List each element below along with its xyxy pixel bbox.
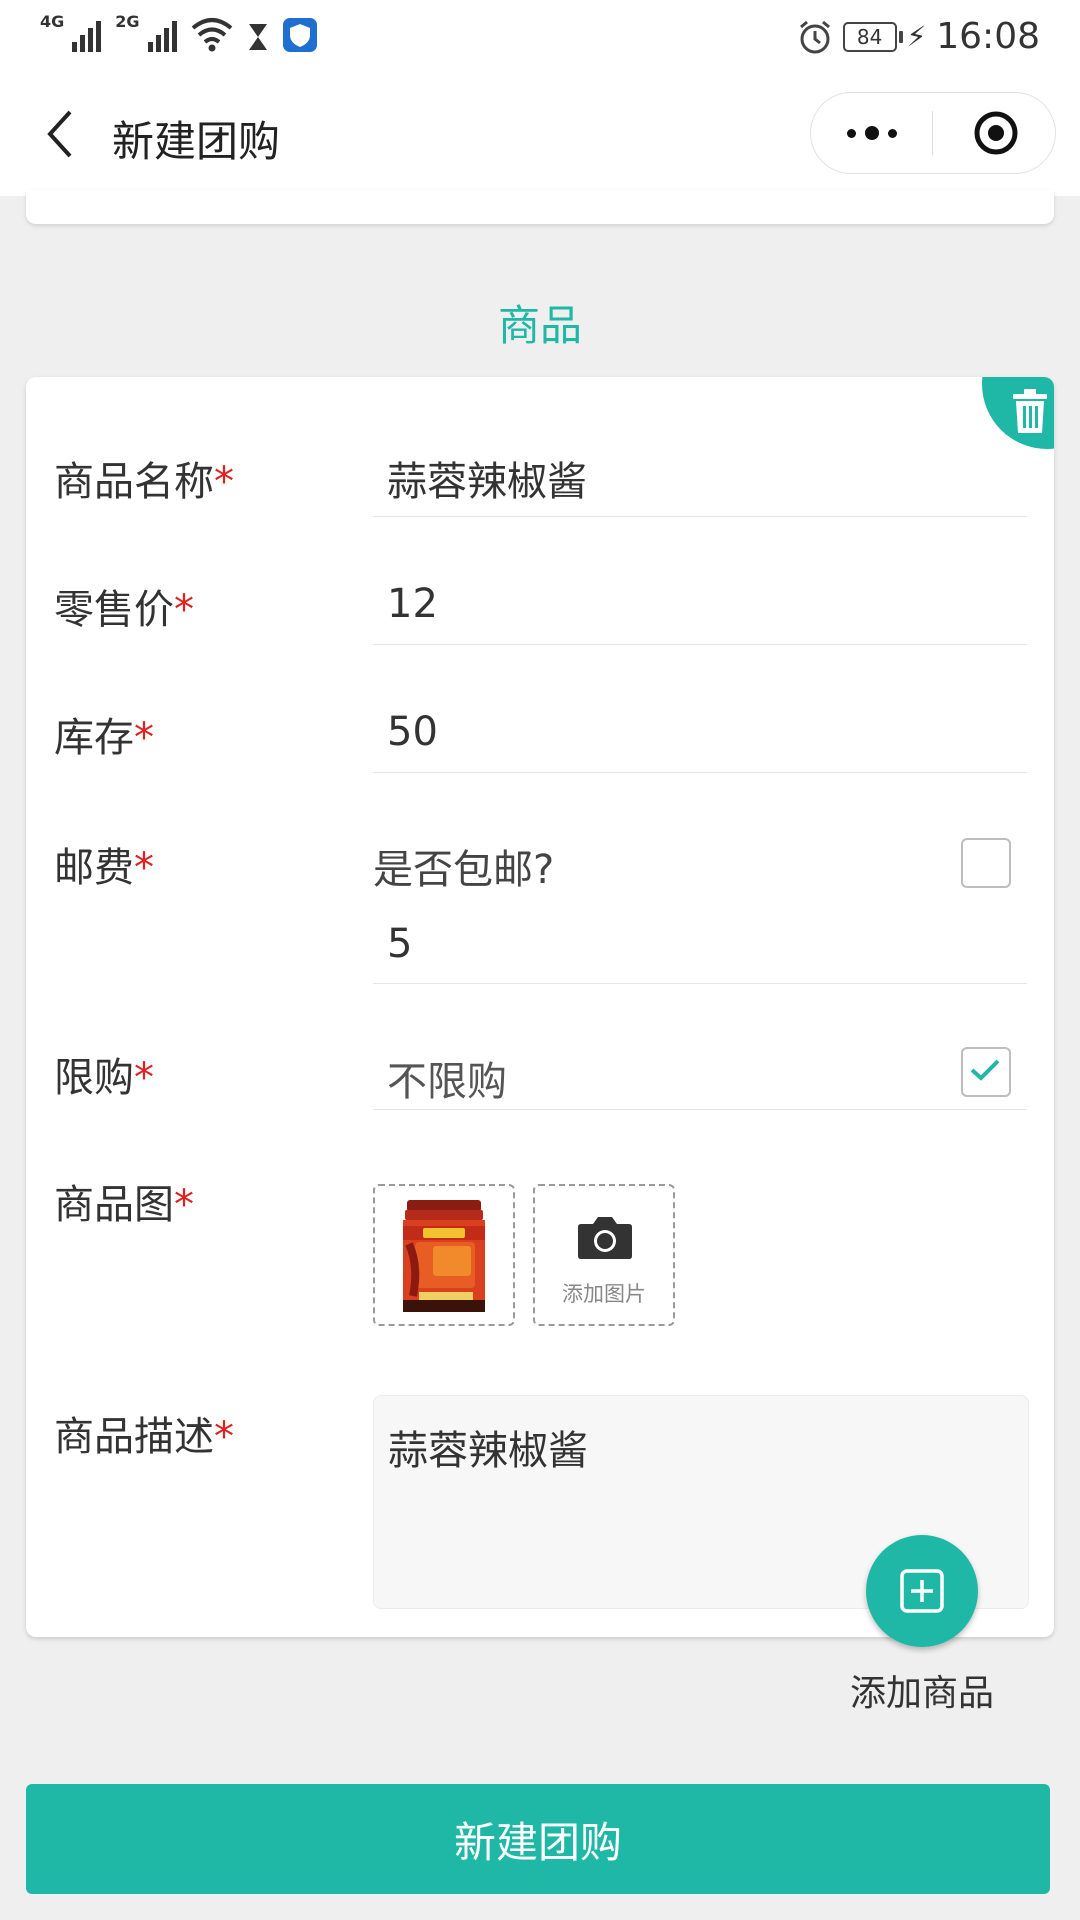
- add-product-button[interactable]: [866, 1535, 978, 1647]
- status-bar: 4G 2G 84 ⚡ 16:08: [0, 0, 1080, 72]
- more-dot-icon: [887, 128, 897, 138]
- limit-label: 限购*: [54, 1045, 154, 1103]
- price-label: 零售价*: [54, 577, 194, 635]
- required-mark: *: [174, 1182, 194, 1228]
- clock: 16:08: [936, 16, 1040, 57]
- mini-program-capsule: [810, 92, 1056, 174]
- input-value: 蒜蓉辣椒酱: [387, 459, 587, 505]
- more-button[interactable]: [811, 93, 932, 173]
- shield-icon: [282, 18, 317, 52]
- required-mark: *: [214, 459, 234, 505]
- label-text: 商品图: [54, 1182, 174, 1228]
- input-value: 不限购: [387, 1059, 507, 1105]
- page-title: 新建团购: [112, 117, 281, 166]
- trash-icon[interactable]: [1012, 389, 1048, 433]
- alarm-icon: [799, 20, 830, 53]
- section-title: 商品: [497, 301, 582, 350]
- add-product-label: 添加商品: [850, 1673, 995, 1714]
- camera-icon: [578, 1217, 632, 1259]
- label-text: 限购: [54, 1055, 134, 1101]
- check-icon: [970, 1059, 1000, 1081]
- more-dot-icon: [864, 126, 879, 140]
- free-shipping-checkbox[interactable]: [961, 838, 1011, 888]
- charging-icon: ⚡: [906, 20, 927, 53]
- required-mark: *: [214, 1414, 234, 1460]
- signal-icon: [72, 16, 102, 52]
- textarea-value: 蒜蓉辣椒酱: [388, 1428, 588, 1474]
- no-limit-checkbox[interactable]: [961, 1047, 1011, 1097]
- product-name-input[interactable]: 蒜蓉辣椒酱: [373, 449, 1027, 517]
- wifi-icon: [191, 18, 232, 52]
- label-text: 商品描述: [54, 1414, 214, 1460]
- hourglass-icon: [248, 24, 267, 50]
- capsule-divider: [932, 111, 933, 155]
- label-text: 邮费: [54, 845, 134, 891]
- network-type-1: 4G: [40, 12, 65, 31]
- battery-icon: 84: [842, 21, 903, 52]
- label-text: 商品名称: [54, 459, 214, 505]
- required-mark: *: [134, 845, 154, 891]
- battery-level: 84: [856, 24, 883, 49]
- row-shipping: 邮费* 是否包邮? 5: [26, 835, 1054, 995]
- close-target-icon[interactable]: [973, 110, 1019, 156]
- label-text: 库存: [54, 715, 134, 761]
- input-value: 5: [387, 921, 413, 967]
- price-input[interactable]: 12: [373, 577, 1027, 645]
- images-label: 商品图*: [54, 1172, 194, 1230]
- required-mark: *: [174, 587, 194, 633]
- previous-card: [26, 190, 1054, 224]
- add-image-label: 添加图片: [562, 1282, 646, 1306]
- stock-input[interactable]: 50: [373, 705, 1027, 773]
- required-mark: *: [134, 1055, 154, 1101]
- shipping-label: 邮费*: [54, 835, 154, 893]
- input-value: 50: [387, 709, 438, 755]
- back-arrow-icon[interactable]: [42, 104, 82, 164]
- shipping-fee-input[interactable]: 5: [373, 917, 1027, 984]
- more-dot-icon: [846, 128, 856, 138]
- product-name-label: 商品名称*: [54, 449, 234, 507]
- signal-icon-2: [147, 16, 177, 52]
- input-value: 12: [387, 581, 438, 627]
- network-type-2: 2G: [115, 12, 140, 31]
- chili-sauce-jar-image: [403, 1200, 485, 1312]
- nav-bar: 新建团购: [0, 72, 1080, 196]
- required-mark: *: [134, 715, 154, 761]
- row-price: 零售价* 12: [26, 577, 1054, 657]
- free-shipping-question: 是否包邮?: [373, 847, 555, 893]
- row-stock: 库存* 50: [26, 705, 1054, 785]
- description-label: 商品描述*: [54, 1404, 234, 1462]
- row-product-name: 商品名称* 蒜蓉辣椒酱: [26, 449, 1054, 529]
- product-card: 商品名称* 蒜蓉辣椒酱 零售价* 12 库存* 50 邮费* 是否包邮? 5 限…: [26, 377, 1054, 1637]
- stock-label: 库存*: [54, 705, 154, 763]
- row-images: 商品图* 添加图片: [26, 1172, 1054, 1326]
- limit-input[interactable]: 不限购: [373, 1045, 1027, 1110]
- label-text: 零售价: [54, 587, 174, 633]
- create-group-buy-button[interactable]: 新建团购: [26, 1784, 1050, 1894]
- add-square-icon: [900, 1569, 944, 1613]
- add-image-button[interactable]: 添加图片: [533, 1184, 675, 1326]
- row-limit: 限购* 不限购: [26, 1045, 1054, 1125]
- product-image-thumbnail[interactable]: [373, 1184, 515, 1326]
